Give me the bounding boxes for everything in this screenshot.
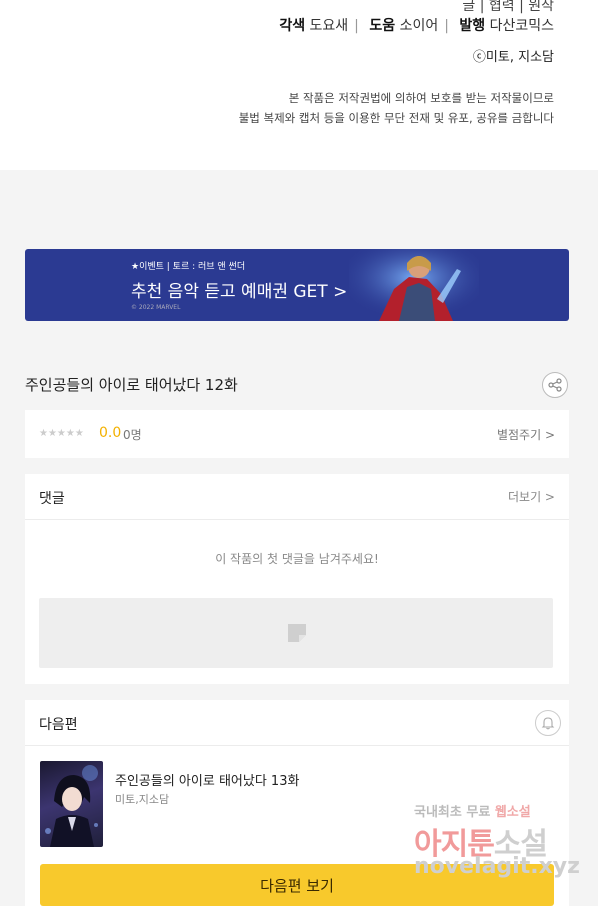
watermark-tagline-b: 웹소설 xyxy=(494,805,531,820)
comment-input-box[interactable] xyxy=(39,598,553,668)
watermark-url: novelagit.xyz xyxy=(414,854,580,879)
adapt-name: 도요새 xyxy=(309,18,349,34)
adapt-label: 각색 xyxy=(279,18,306,34)
watermark-tagline: 국내최초 무료 웹소설 xyxy=(414,801,531,820)
assist-label: 도움 xyxy=(369,18,396,34)
legal-notice: 본 작품은 저작권법에 의하여 보호를 받는 저작물이므로 불법 복제와 캡처 … xyxy=(239,88,554,128)
next-episode-title[interactable]: 주인공들의 아이로 태어났다 13화 xyxy=(115,770,299,789)
thor-hero-image xyxy=(349,249,479,321)
credits-block: 글 | 협력 | 원작 각색 도요새 | 도움 소이어 | 발행 다산코믹스 xyxy=(279,0,554,36)
publish-name: 다산코믹스 xyxy=(489,18,554,34)
credits-line-staff: 각색 도요새 | 도움 소이어 | 발행 다산코믹스 xyxy=(279,18,554,34)
divider xyxy=(25,745,569,746)
banner-cta: 추천 음악 듣고 예매권 GET > xyxy=(131,282,348,302)
watermark-tagline-a: 국내최초 무료 xyxy=(414,805,491,820)
legal-line-1: 본 작품은 저작권법에 의하여 보호를 받는 저작물이므로 xyxy=(288,91,554,105)
event-banner[interactable]: ★이벤트 | 토르 : 러브 앤 썬더 추천 음악 듣고 예매권 GET > ©… xyxy=(25,249,569,321)
banner-event-label: ★이벤트 | 토르 : 러브 앤 썬더 xyxy=(131,262,246,272)
divider xyxy=(25,519,569,520)
next-episode-thumbnail[interactable] xyxy=(40,761,103,847)
legal-line-2: 불법 복제와 캡처 등을 이용한 무단 전재 및 유포, 공유를 금합니다 xyxy=(238,111,554,125)
character-illustration xyxy=(45,765,98,847)
comments-card: 댓글 더보기 > 이 작품의 첫 댓글을 남겨주세요! xyxy=(25,474,569,684)
notify-button[interactable] xyxy=(535,710,561,736)
rating-stars: ★★★★★ xyxy=(39,428,84,439)
rating-score: 0.0 xyxy=(99,425,122,441)
rating-card: ★★★★★ 0.0 0명 별점주기 > xyxy=(25,410,569,458)
publish-label: 발행 xyxy=(459,18,486,34)
assist-name: 소이어 xyxy=(399,18,439,34)
comments-header: 댓글 xyxy=(39,491,65,507)
share-button[interactable] xyxy=(542,372,568,398)
rate-button[interactable]: 별점주기 > xyxy=(497,426,555,443)
site-watermark: 국내최초 무료 웹소설 아지툰소설 novelagit.xyz xyxy=(412,799,592,889)
bell-icon xyxy=(541,717,555,730)
share-icon xyxy=(548,378,562,392)
credits-section: 글 | 협력 | 원작 각색 도요새 | 도움 소이어 | 발행 다산코믹스 ⓒ미토… xyxy=(0,0,598,170)
rating-count: 0명 xyxy=(123,428,142,442)
comments-more-link[interactable]: 더보기 > xyxy=(508,488,555,505)
episode-title: 주인공들의 아이로 태어났다 12화 xyxy=(25,376,238,394)
next-episode-author: 미토,지소담 xyxy=(115,793,170,806)
next-header: 다음편 xyxy=(39,717,78,733)
comment-note-icon xyxy=(288,624,306,642)
copyright-text: ⓒ미토, 지소담 xyxy=(472,50,554,65)
comments-empty-message: 이 작품의 첫 댓글을 남겨주세요! xyxy=(215,552,379,566)
banner-copyright: © 2022 MARVEL xyxy=(131,304,181,311)
credits-line-top: 글 | 협력 | 원작 xyxy=(462,0,554,14)
